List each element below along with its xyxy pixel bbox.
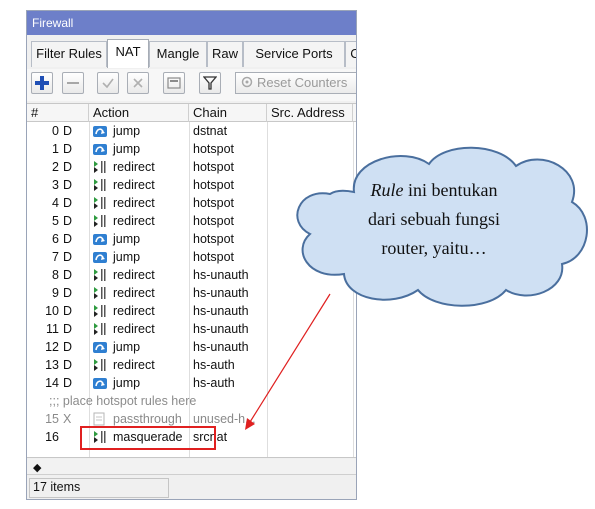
screenshot-stage: Firewall Filter Rules NAT Mangle Raw Ser… xyxy=(0,0,595,509)
callout-line3: router, yaitu… xyxy=(381,238,487,258)
tab-nat[interactable]: NAT xyxy=(107,39,149,68)
callout-line1: ini bentukan xyxy=(403,180,498,200)
highlight-box xyxy=(80,426,216,450)
callout-line2: dari sebuah fungsi xyxy=(368,209,500,229)
callout-line1-italic: Rule xyxy=(370,180,404,200)
callout-text: Rule ini bentukan dari sebuah fungsi rou… xyxy=(314,176,554,263)
